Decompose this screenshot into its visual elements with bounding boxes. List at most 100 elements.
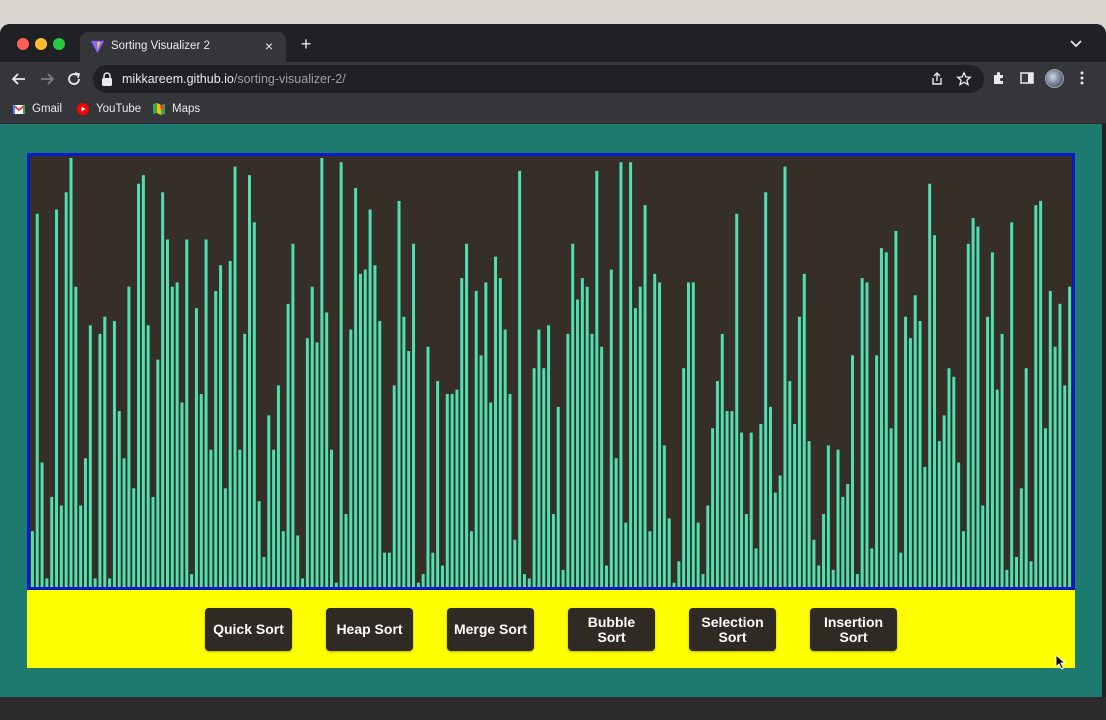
array-bar <box>1039 200 1043 587</box>
bookmark-gmail[interactable]: Gmail <box>12 101 62 117</box>
lock-icon[interactable] <box>101 72 113 86</box>
array-bar <box>204 239 208 587</box>
active-tab[interactable]: Sorting Visualizer 2 × <box>80 32 286 62</box>
maximize-window-button[interactable] <box>53 38 65 50</box>
array-bar <box>59 505 63 587</box>
array-bar <box>291 243 295 587</box>
array-bar <box>64 192 68 587</box>
array-bar <box>566 333 570 587</box>
array-bar <box>836 449 840 587</box>
array-bar <box>961 531 965 587</box>
array-bar <box>889 428 893 587</box>
side-panel-icon[interactable] <box>1019 70 1035 86</box>
array-bar <box>793 423 797 587</box>
forward-arrow-icon[interactable] <box>37 69 57 89</box>
menu-kebab-icon[interactable] <box>1077 70 1087 86</box>
array-bar <box>223 488 227 587</box>
array-bar <box>455 389 459 587</box>
array-bar <box>580 278 584 587</box>
array-bar <box>209 449 213 587</box>
array-bar <box>933 235 937 587</box>
array-bar <box>971 218 975 587</box>
array-bar <box>161 192 165 587</box>
array-bar <box>83 458 87 587</box>
array-bar <box>547 325 551 587</box>
array-bar <box>662 445 666 587</box>
array-bar <box>440 565 444 587</box>
array-bar <box>498 278 502 587</box>
array-bar <box>986 316 990 587</box>
array-bar <box>672 582 676 587</box>
bookmark-youtube[interactable]: YouTube <box>76 101 141 117</box>
array-bar <box>79 505 83 587</box>
profile-avatar[interactable] <box>1045 69 1064 88</box>
array-bar <box>735 213 739 587</box>
array-bar <box>667 518 671 587</box>
array-bar <box>551 514 555 587</box>
array-bar <box>1034 205 1038 587</box>
array-bar <box>301 578 305 587</box>
reload-icon[interactable] <box>64 69 84 89</box>
back-arrow-icon[interactable] <box>9 69 29 89</box>
array-bar <box>600 346 604 587</box>
array-bar <box>851 355 854 587</box>
url-text: mikkareem.github.io/sorting-visualizer-2… <box>122 72 346 86</box>
array-bar <box>918 321 922 587</box>
extensions-puzzle-icon[interactable] <box>991 70 1007 86</box>
array-bar <box>238 449 242 587</box>
bookmark-maps[interactable]: Maps <box>152 101 200 117</box>
array-bar <box>899 552 903 587</box>
heap-sort-button[interactable]: Heap Sort <box>326 608 413 651</box>
tab-close-icon[interactable]: × <box>260 37 278 55</box>
array-bar <box>783 166 787 587</box>
vite-icon <box>90 40 105 54</box>
bubble-sort-button[interactable]: Bubble Sort <box>568 608 655 651</box>
share-icon[interactable] <box>929 71 945 87</box>
array-bar <box>358 273 362 587</box>
array-bar <box>460 278 464 587</box>
array-bar <box>875 355 879 587</box>
array-bar <box>69 158 73 587</box>
array-bar <box>170 286 174 587</box>
tab-search-chevron-icon[interactable] <box>1068 35 1084 51</box>
array-bar <box>257 501 261 587</box>
array-bar <box>190 574 194 587</box>
array-bar <box>759 423 763 587</box>
address-bar[interactable]: mikkareem.github.io/sorting-visualizer-2… <box>93 65 984 93</box>
array-bar <box>445 393 449 587</box>
array-bar <box>826 445 830 587</box>
insertion-sort-button[interactable]: Insertion Sort <box>810 608 897 651</box>
array-bar <box>1005 569 1009 587</box>
selection-sort-button[interactable]: Selection Sort <box>689 608 776 651</box>
array-bar <box>995 389 999 587</box>
array-bar <box>416 582 420 587</box>
array-bar <box>310 286 314 587</box>
array-bar <box>913 295 917 587</box>
array-bar <box>513 539 517 587</box>
array-bar <box>720 333 724 587</box>
array-bar <box>1029 561 1033 587</box>
array-bar <box>619 162 623 587</box>
array-bar <box>711 428 715 587</box>
quick-sort-button[interactable]: Quick Sort <box>205 608 292 651</box>
array-bar <box>686 282 690 587</box>
array-bar <box>132 488 136 587</box>
array-bar <box>952 376 956 587</box>
close-window-button[interactable] <box>17 38 29 50</box>
array-bar <box>595 170 599 587</box>
merge-sort-button[interactable]: Merge Sort <box>447 608 534 651</box>
array-bar <box>175 282 179 587</box>
new-tab-button[interactable]: + <box>296 34 316 54</box>
array-bar <box>870 548 874 587</box>
array-bar <box>725 411 729 587</box>
bookmark-star-icon[interactable] <box>956 71 972 87</box>
array-bar <box>604 565 608 587</box>
array-bar <box>421 574 425 587</box>
array-bar <box>344 514 348 587</box>
browser-window: Sorting Visualizer 2 × + mikkareem.githu… <box>0 24 1106 720</box>
array-bar <box>248 175 251 587</box>
array-bar <box>276 385 280 587</box>
array-bar <box>484 282 488 587</box>
array-bar <box>1068 286 1072 587</box>
minimize-window-button[interactable] <box>35 38 47 50</box>
